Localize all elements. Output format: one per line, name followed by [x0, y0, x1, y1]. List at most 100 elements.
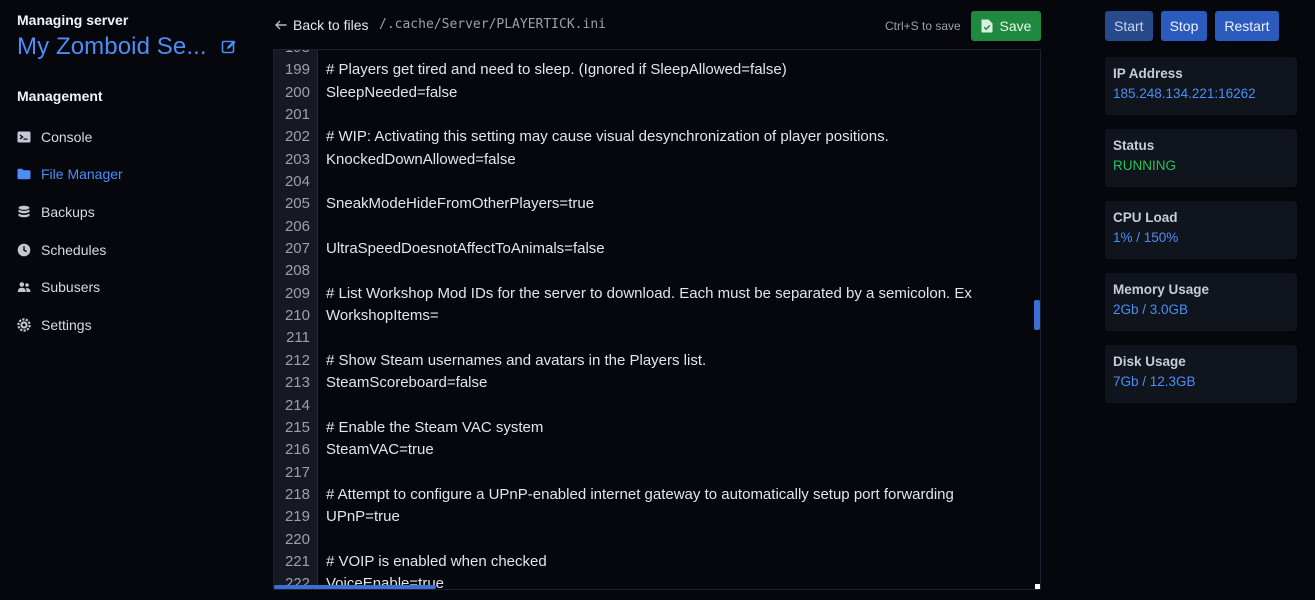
line-text: # Players get tired and need to sleep. (… [326, 61, 787, 79]
line-text: # VOIP is enabled when checked [326, 552, 547, 570]
sidebar-nav: Console File Manager Backups Schedules S… [17, 118, 123, 344]
line-number: 215 [284, 418, 310, 436]
sidebar-item-subusers[interactable]: Subusers [17, 268, 123, 306]
status-label: Status [1113, 138, 1155, 153]
cpu-load-label: CPU Load [1113, 210, 1178, 225]
line-text: # Show Steam usernames and avatars in th… [326, 351, 707, 369]
line-text: SneakModeHideFromOtherPlayers=true [326, 195, 595, 213]
code-line[interactable]: 214 [274, 395, 1040, 417]
line-number: 209 [284, 284, 310, 302]
memory-usage-card: Memory Usage 2Gb / 3.0GB [1105, 273, 1297, 331]
edit-icon[interactable] [221, 39, 237, 55]
code-line[interactable]: 200 SleepNeeded=false [274, 82, 1040, 104]
code-line[interactable]: 221 # VOIP is enabled when checked [274, 551, 1040, 573]
code-line[interactable]: 220 [274, 529, 1040, 551]
code-line[interactable]: 207 UltraSpeedDoesnotAffectToAnimals=fals… [274, 238, 1040, 260]
code-line[interactable]: 204 [274, 171, 1040, 193]
code-line[interactable]: 215 # Enable the Steam VAC system [274, 417, 1040, 439]
disk-usage-card: Disk Usage 7Gb / 12.3GB [1105, 345, 1297, 403]
line-number: 218 [284, 485, 310, 503]
code-line[interactable]: 218 # Attempt to configure a UPnP-enabled… [274, 484, 1040, 506]
save-shortcut-hint: Ctrl+S to save [885, 19, 961, 33]
scroll-corner [1035, 584, 1040, 589]
code-line[interactable]: 209 # List Workshop Mod IDs for the serve… [274, 283, 1040, 305]
managing-server-label: Managing server [17, 12, 129, 28]
ip-address-card: IP Address 185.248.134.221:16262 [1105, 57, 1297, 115]
code-editor[interactable]: 198 199 # Players get tired and need to sl… [273, 49, 1041, 590]
line-number: 211 [286, 329, 310, 347]
code-lines: 198 199 # Players get tired and need to sl… [274, 50, 1040, 589]
line-number: 216 [284, 441, 310, 459]
disk-usage-label: Disk Usage [1113, 354, 1186, 369]
sidebar-item-label: File Manager [41, 166, 123, 183]
horizontal-scrollbar[interactable] [274, 585, 436, 589]
sidebar: Managing server My Zomboid Se... Managem… [0, 0, 262, 600]
memory-usage-value: 2Gb / 3.0GB [1113, 302, 1189, 317]
line-number: 201 [284, 106, 310, 124]
sidebar-item-label: Schedules [41, 241, 107, 258]
line-number: 202 [284, 128, 310, 146]
sidebar-item-schedules[interactable]: Schedules [17, 231, 123, 269]
sidebar-item-label: Backups [41, 203, 95, 220]
ip-address-value[interactable]: 185.248.134.221:16262 [1113, 86, 1289, 101]
stop-button[interactable]: Stop [1160, 11, 1208, 41]
code-line[interactable]: 216 SteamVAC=true [274, 439, 1040, 461]
sidebar-item-backups[interactable]: Backups [17, 193, 123, 231]
line-number: 204 [284, 173, 310, 191]
code-line[interactable]: 211 [274, 327, 1040, 349]
vertical-scrollbar[interactable] [1034, 300, 1040, 330]
line-number: 210 [284, 307, 310, 325]
line-number: 200 [284, 83, 310, 101]
status-card: Status RUNNING [1105, 129, 1297, 187]
sidebar-item-settings[interactable]: Settings [17, 306, 123, 344]
code-line[interactable]: 219 UPnP=true [274, 506, 1040, 528]
code-line[interactable]: 203 KnockedDownAllowed=false [274, 149, 1040, 171]
back-to-files-label: Back to files [293, 17, 369, 33]
sidebar-item-console[interactable]: Console [17, 118, 123, 156]
code-line[interactable]: 206 [274, 216, 1040, 238]
save-button[interactable]: Save [971, 11, 1041, 41]
code-line[interactable]: 217 [274, 462, 1040, 484]
code-line[interactable]: 213 SteamScoreboard=false [274, 372, 1040, 394]
line-text: UltraSpeedDoesnotAffectToAnimals=false [326, 240, 605, 258]
line-number: 214 [284, 396, 310, 414]
save-button-label: Save [999, 18, 1032, 34]
restart-button[interactable]: Restart [1215, 11, 1279, 41]
gear-icon [17, 318, 31, 332]
code-line[interactable]: 199 # Players get tired and need to sleep… [274, 59, 1040, 81]
users-icon [17, 280, 31, 294]
sidebar-item-label: Settings [41, 316, 92, 333]
line-text: SteamScoreboard=false [326, 374, 488, 392]
start-button[interactable]: Start [1105, 11, 1153, 41]
line-text: # Attempt to configure a UPnP-enabled in… [326, 485, 954, 503]
code-line[interactable]: 210 WorkshopItems= [274, 305, 1040, 327]
code-line[interactable]: 201 [274, 104, 1040, 126]
line-number: 206 [284, 217, 310, 235]
code-line[interactable]: 205 SneakModeHideFromOtherPlayers=true [274, 193, 1040, 215]
clock-icon [17, 243, 31, 257]
line-number: 208 [284, 262, 310, 280]
back-to-files-link[interactable]: Back to files [274, 17, 368, 33]
status-value: RUNNING [1113, 158, 1176, 173]
code-line[interactable]: 198 [274, 50, 1040, 59]
sidebar-item-label: Subusers [41, 279, 101, 296]
line-number: 212 [284, 351, 310, 369]
code-line[interactable]: 212 # Show Steam usernames and avatars in… [274, 350, 1040, 372]
sidebar-item-label: Console [41, 128, 93, 145]
ip-address-label: IP Address [1113, 66, 1183, 81]
code-line[interactable]: 208 [274, 260, 1040, 282]
sidebar-item-file-manager[interactable]: File Manager [17, 156, 123, 194]
folder-icon [17, 167, 31, 181]
line-text: # Enable the Steam VAC system [326, 418, 544, 436]
cpu-load-value: 1% / 150% [1113, 230, 1179, 245]
memory-usage-label: Memory Usage [1113, 282, 1210, 297]
line-number: 203 [284, 150, 310, 168]
server-name: My Zomboid Se... [17, 33, 207, 60]
terminal-icon [17, 130, 31, 144]
database-icon [17, 205, 31, 219]
management-section-title: Management [17, 88, 103, 104]
line-number: 199 [284, 61, 310, 79]
file-path: /.cache/Server/PLAYERTICK.ini [379, 17, 606, 32]
disk-usage-value: 7Gb / 12.3GB [1113, 374, 1196, 389]
code-line[interactable]: 202 # WIP: Activating this setting may ca… [274, 126, 1040, 148]
